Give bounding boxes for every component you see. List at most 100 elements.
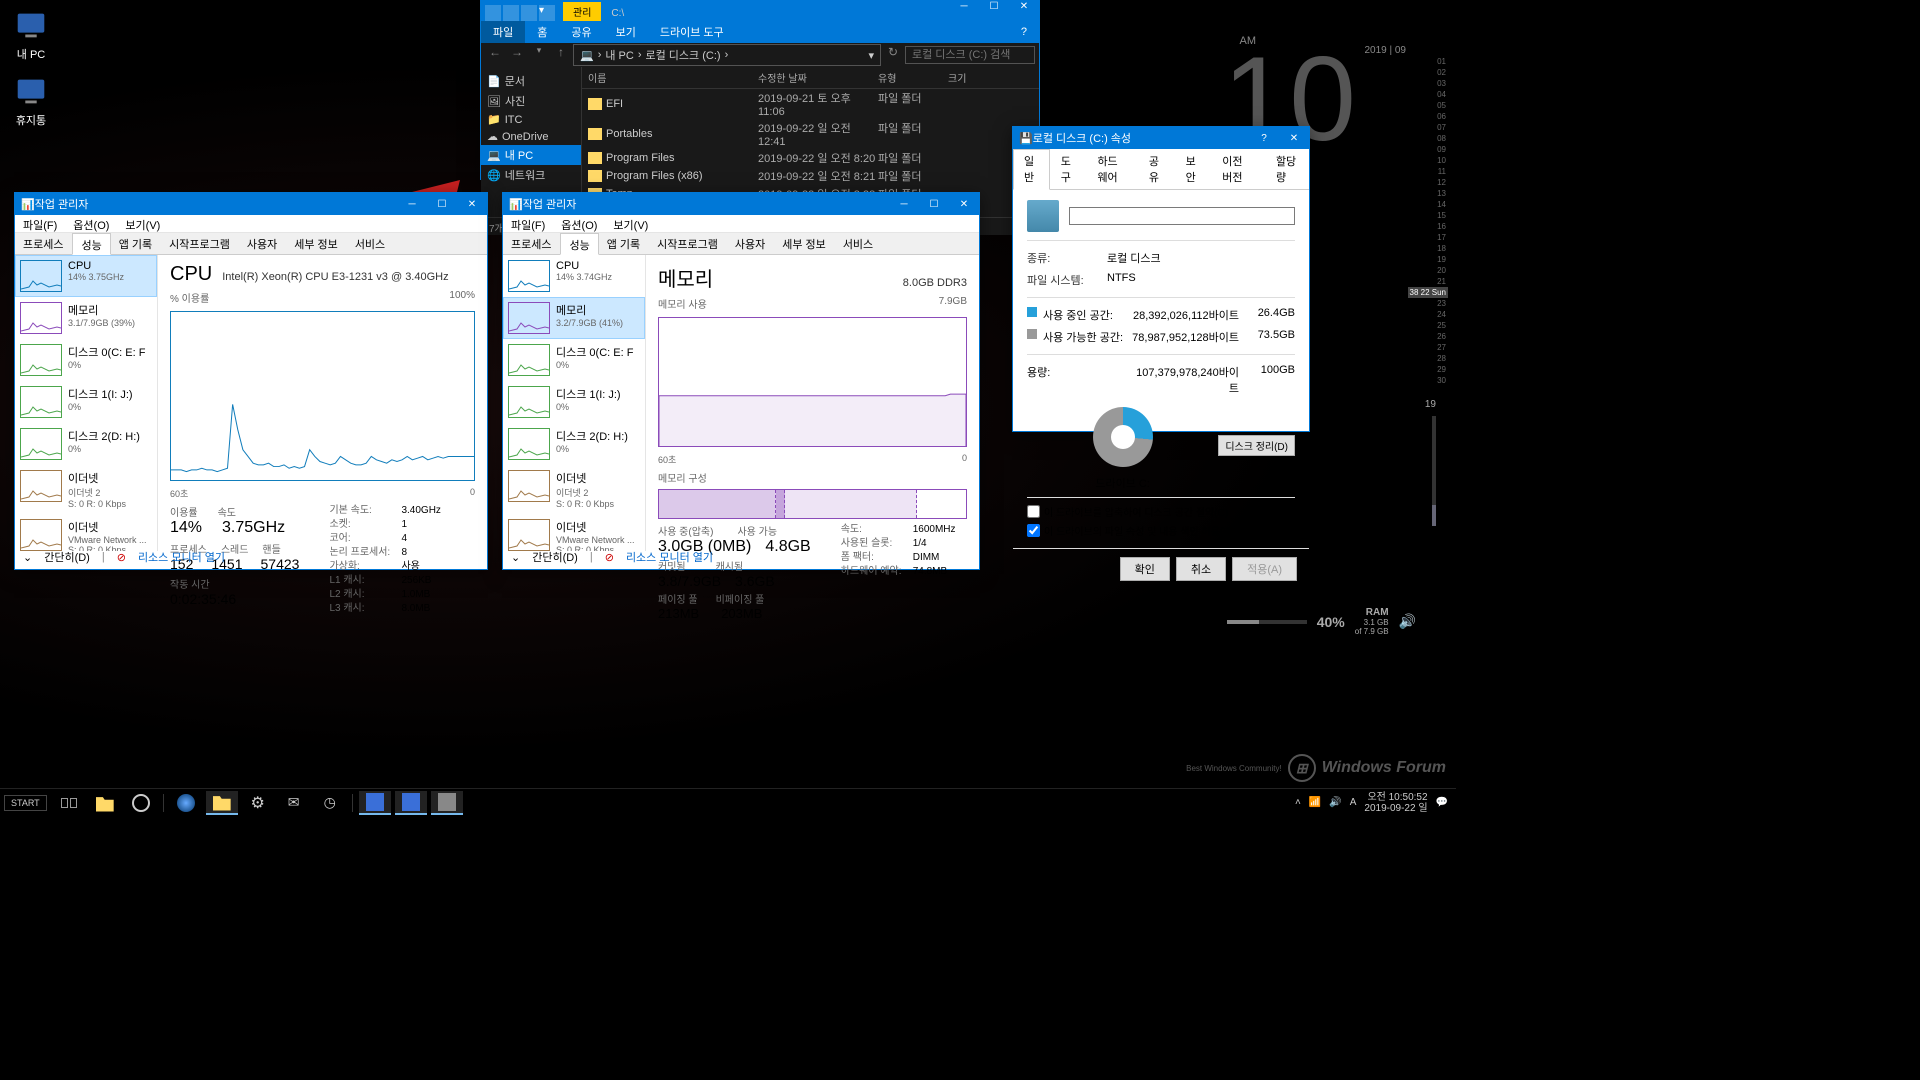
perf-sidebar-item[interactable]: 메모리3.2/7.9GB (41%) (503, 297, 645, 339)
perf-sidebar-item[interactable]: 메모리3.1/7.9GB (39%) (15, 297, 157, 339)
nav-tree-item[interactable]: 🖼사진 (481, 91, 581, 111)
close-button[interactable]: ✕ (1009, 1, 1039, 21)
settings-button[interactable]: ⚙ (242, 791, 274, 815)
volume-slider[interactable] (1432, 416, 1436, 526)
tray-ime-icon[interactable]: A (1350, 797, 1357, 808)
mail-button[interactable]: ✉ (278, 791, 310, 815)
nav-tree-item[interactable]: 🌐네트워크 (481, 165, 581, 185)
perf-sidebar-item[interactable]: 디스크 1(I: J:)0% (15, 381, 157, 423)
taskview-button[interactable] (53, 791, 85, 815)
props-tab[interactable]: 도구 (1050, 149, 1087, 189)
tab[interactable]: 앱 기록 (111, 233, 161, 254)
index-checkbox[interactable]: 이 드라이브의 파일 속성 및 내용 색인 허용(I) (1027, 523, 1295, 538)
perf-sidebar-item[interactable]: 디스크 0(C: E: F0% (15, 339, 157, 381)
tab[interactable]: 세부 정보 (286, 233, 347, 254)
menu-item[interactable]: 보기(V) (117, 215, 168, 232)
column-header[interactable]: 유형 (872, 67, 942, 88)
tab[interactable]: 서비스 (347, 233, 394, 254)
perf-sidebar-item[interactable]: 이더넷VMware Network ...S: 0 R: 0 Kbps (503, 514, 645, 551)
file-row[interactable]: Program Files (x86)2019-09-22 일 오전 8:21파… (582, 167, 1039, 185)
perf-sidebar-item[interactable]: CPU14% 3.75GHz (15, 255, 157, 297)
resource-monitor-link[interactable]: 리소스 모니터 열기 (138, 549, 225, 565)
speaker-icon[interactable]: 🔊 (1399, 613, 1416, 630)
perf-sidebar-item[interactable]: 디스크 0(C: E: F0% (503, 339, 645, 381)
explorer-taskbar-button[interactable] (89, 791, 121, 815)
cancel-button[interactable]: 취소 (1176, 557, 1226, 581)
nav-tree-item[interactable]: ☁OneDrive (481, 128, 581, 145)
tray-network-icon[interactable]: 📶 (1309, 797, 1321, 808)
app-button-3[interactable] (431, 791, 463, 815)
tab[interactable]: 사용자 (239, 233, 286, 254)
file-row[interactable]: Program Files2019-09-22 일 오전 8:20파일 폴더 (582, 149, 1039, 167)
props-tab[interactable]: 하드웨어 (1086, 149, 1137, 189)
disk-cleanup-button[interactable]: 디스크 정리(D) (1218, 435, 1295, 456)
props-tab[interactable]: 보안 (1175, 149, 1212, 189)
refresh-button[interactable]: ↻ (883, 45, 903, 65)
ribbon-tab[interactable]: 파일 (481, 21, 525, 43)
close-button[interactable]: ✕ (457, 193, 487, 215)
fewer-details-link[interactable]: 간단히(D) (532, 549, 578, 565)
ribbon-tab[interactable]: 드라이브 도구 (648, 21, 736, 43)
qat-icon[interactable] (503, 5, 519, 21)
props-tab[interactable]: 이전 버전 (1211, 149, 1265, 189)
ok-button[interactable]: 확인 (1120, 557, 1170, 581)
nav-tree-item[interactable]: 📄문서 (481, 71, 581, 91)
tab[interactable]: 서비스 (835, 233, 882, 254)
desktop-icon[interactable]: 휴지통 (12, 72, 50, 128)
explorer-running-button[interactable] (206, 791, 238, 815)
tab[interactable]: 프로세스 (503, 233, 560, 254)
help-button[interactable]: ? (1249, 127, 1279, 149)
menu-item[interactable]: 파일(F) (15, 215, 65, 232)
menu-item[interactable]: 보기(V) (605, 215, 656, 232)
tab[interactable]: 시작프로그램 (161, 233, 239, 254)
tray-notification-icon[interactable]: 💬 (1436, 797, 1448, 808)
nav-tree-item[interactable]: 💻내 PC (481, 145, 581, 165)
ribbon-tab[interactable]: 공유 (559, 21, 603, 43)
qat-icon[interactable] (521, 5, 537, 21)
nav-forward-button[interactable]: → (507, 45, 527, 65)
search-input[interactable] (905, 46, 1035, 64)
minimize-button[interactable]: ─ (889, 193, 919, 215)
compress-checkbox[interactable]: 이 드라이브를 압축하여 디스크 공간 절약(C) (1027, 504, 1295, 519)
titlebar[interactable]: 💾 로컬 디스크 (C:) 속성 ?✕ (1013, 127, 1309, 149)
perf-sidebar-item[interactable]: 이더넷VMware Network ...S: 0 R: 0 Kbps (15, 514, 157, 551)
titlebar[interactable]: 📊 작업 관리자 ─☐✕ (15, 193, 487, 215)
file-row[interactable]: Portables2019-09-22 일 오전 12:41파일 폴더 (582, 119, 1039, 149)
menu-item[interactable]: 옵션(O) (553, 215, 605, 232)
collapse-icon[interactable]: ⌄ (511, 551, 520, 564)
perf-sidebar-item[interactable]: 디스크 1(I: J:)0% (503, 381, 645, 423)
perf-sidebar-item[interactable]: 이더넷이더넷 2S: 0 R: 0 Kbps (15, 465, 157, 514)
qat-icon[interactable] (485, 5, 501, 21)
browser-button[interactable] (170, 791, 202, 815)
app-button-2[interactable] (395, 791, 427, 815)
fewer-details-link[interactable]: 간단히(D) (44, 549, 90, 565)
apply-button[interactable]: 적용(A) (1232, 557, 1297, 581)
perf-sidebar-item[interactable]: 디스크 2(D: H:)0% (503, 423, 645, 465)
tray-clock[interactable]: 오전 10:50:52 2019-09-22 일 (1364, 792, 1427, 814)
minimize-button[interactable]: ─ (949, 1, 979, 21)
column-header[interactable]: 크기 (942, 67, 1002, 88)
file-row[interactable]: EFI2019-09-21 토 오후 11:06파일 폴더 (582, 89, 1039, 119)
breadcrumb[interactable]: 💻 › 내 PC › 로컬 디스크 (C:) › ▾ (573, 44, 881, 66)
menu-item[interactable]: 옵션(O) (65, 215, 117, 232)
app-button-1[interactable] (359, 791, 391, 815)
tab[interactable]: 프로세스 (15, 233, 72, 254)
maximize-button[interactable]: ☐ (979, 1, 1009, 21)
clock-button[interactable]: ◷ (314, 791, 346, 815)
tray-volume-icon[interactable]: 🔊 (1329, 797, 1341, 808)
perf-sidebar-item[interactable]: CPU14% 3.74GHz (503, 255, 645, 297)
perf-sidebar-item[interactable]: 이더넷이더넷 2S: 0 R: 0 Kbps (503, 465, 645, 514)
minimize-button[interactable]: ─ (397, 193, 427, 215)
perf-sidebar-item[interactable]: 디스크 2(D: H:)0% (15, 423, 157, 465)
column-header[interactable]: 수정한 날짜 (752, 67, 872, 88)
props-tab[interactable]: 할당량 (1265, 149, 1309, 189)
tray-chevron-icon[interactable]: ˄ (1295, 797, 1301, 808)
maximize-button[interactable]: ☐ (427, 193, 457, 215)
titlebar[interactable]: 📊 작업 관리자 ─☐✕ (503, 193, 979, 215)
drive-name-input[interactable] (1069, 207, 1295, 225)
close-button[interactable]: ✕ (1279, 127, 1309, 149)
tab[interactable]: 세부 정보 (774, 233, 835, 254)
tab[interactable]: 사용자 (727, 233, 774, 254)
nav-back-button[interactable]: ← (485, 45, 505, 65)
tab[interactable]: 앱 기록 (599, 233, 649, 254)
